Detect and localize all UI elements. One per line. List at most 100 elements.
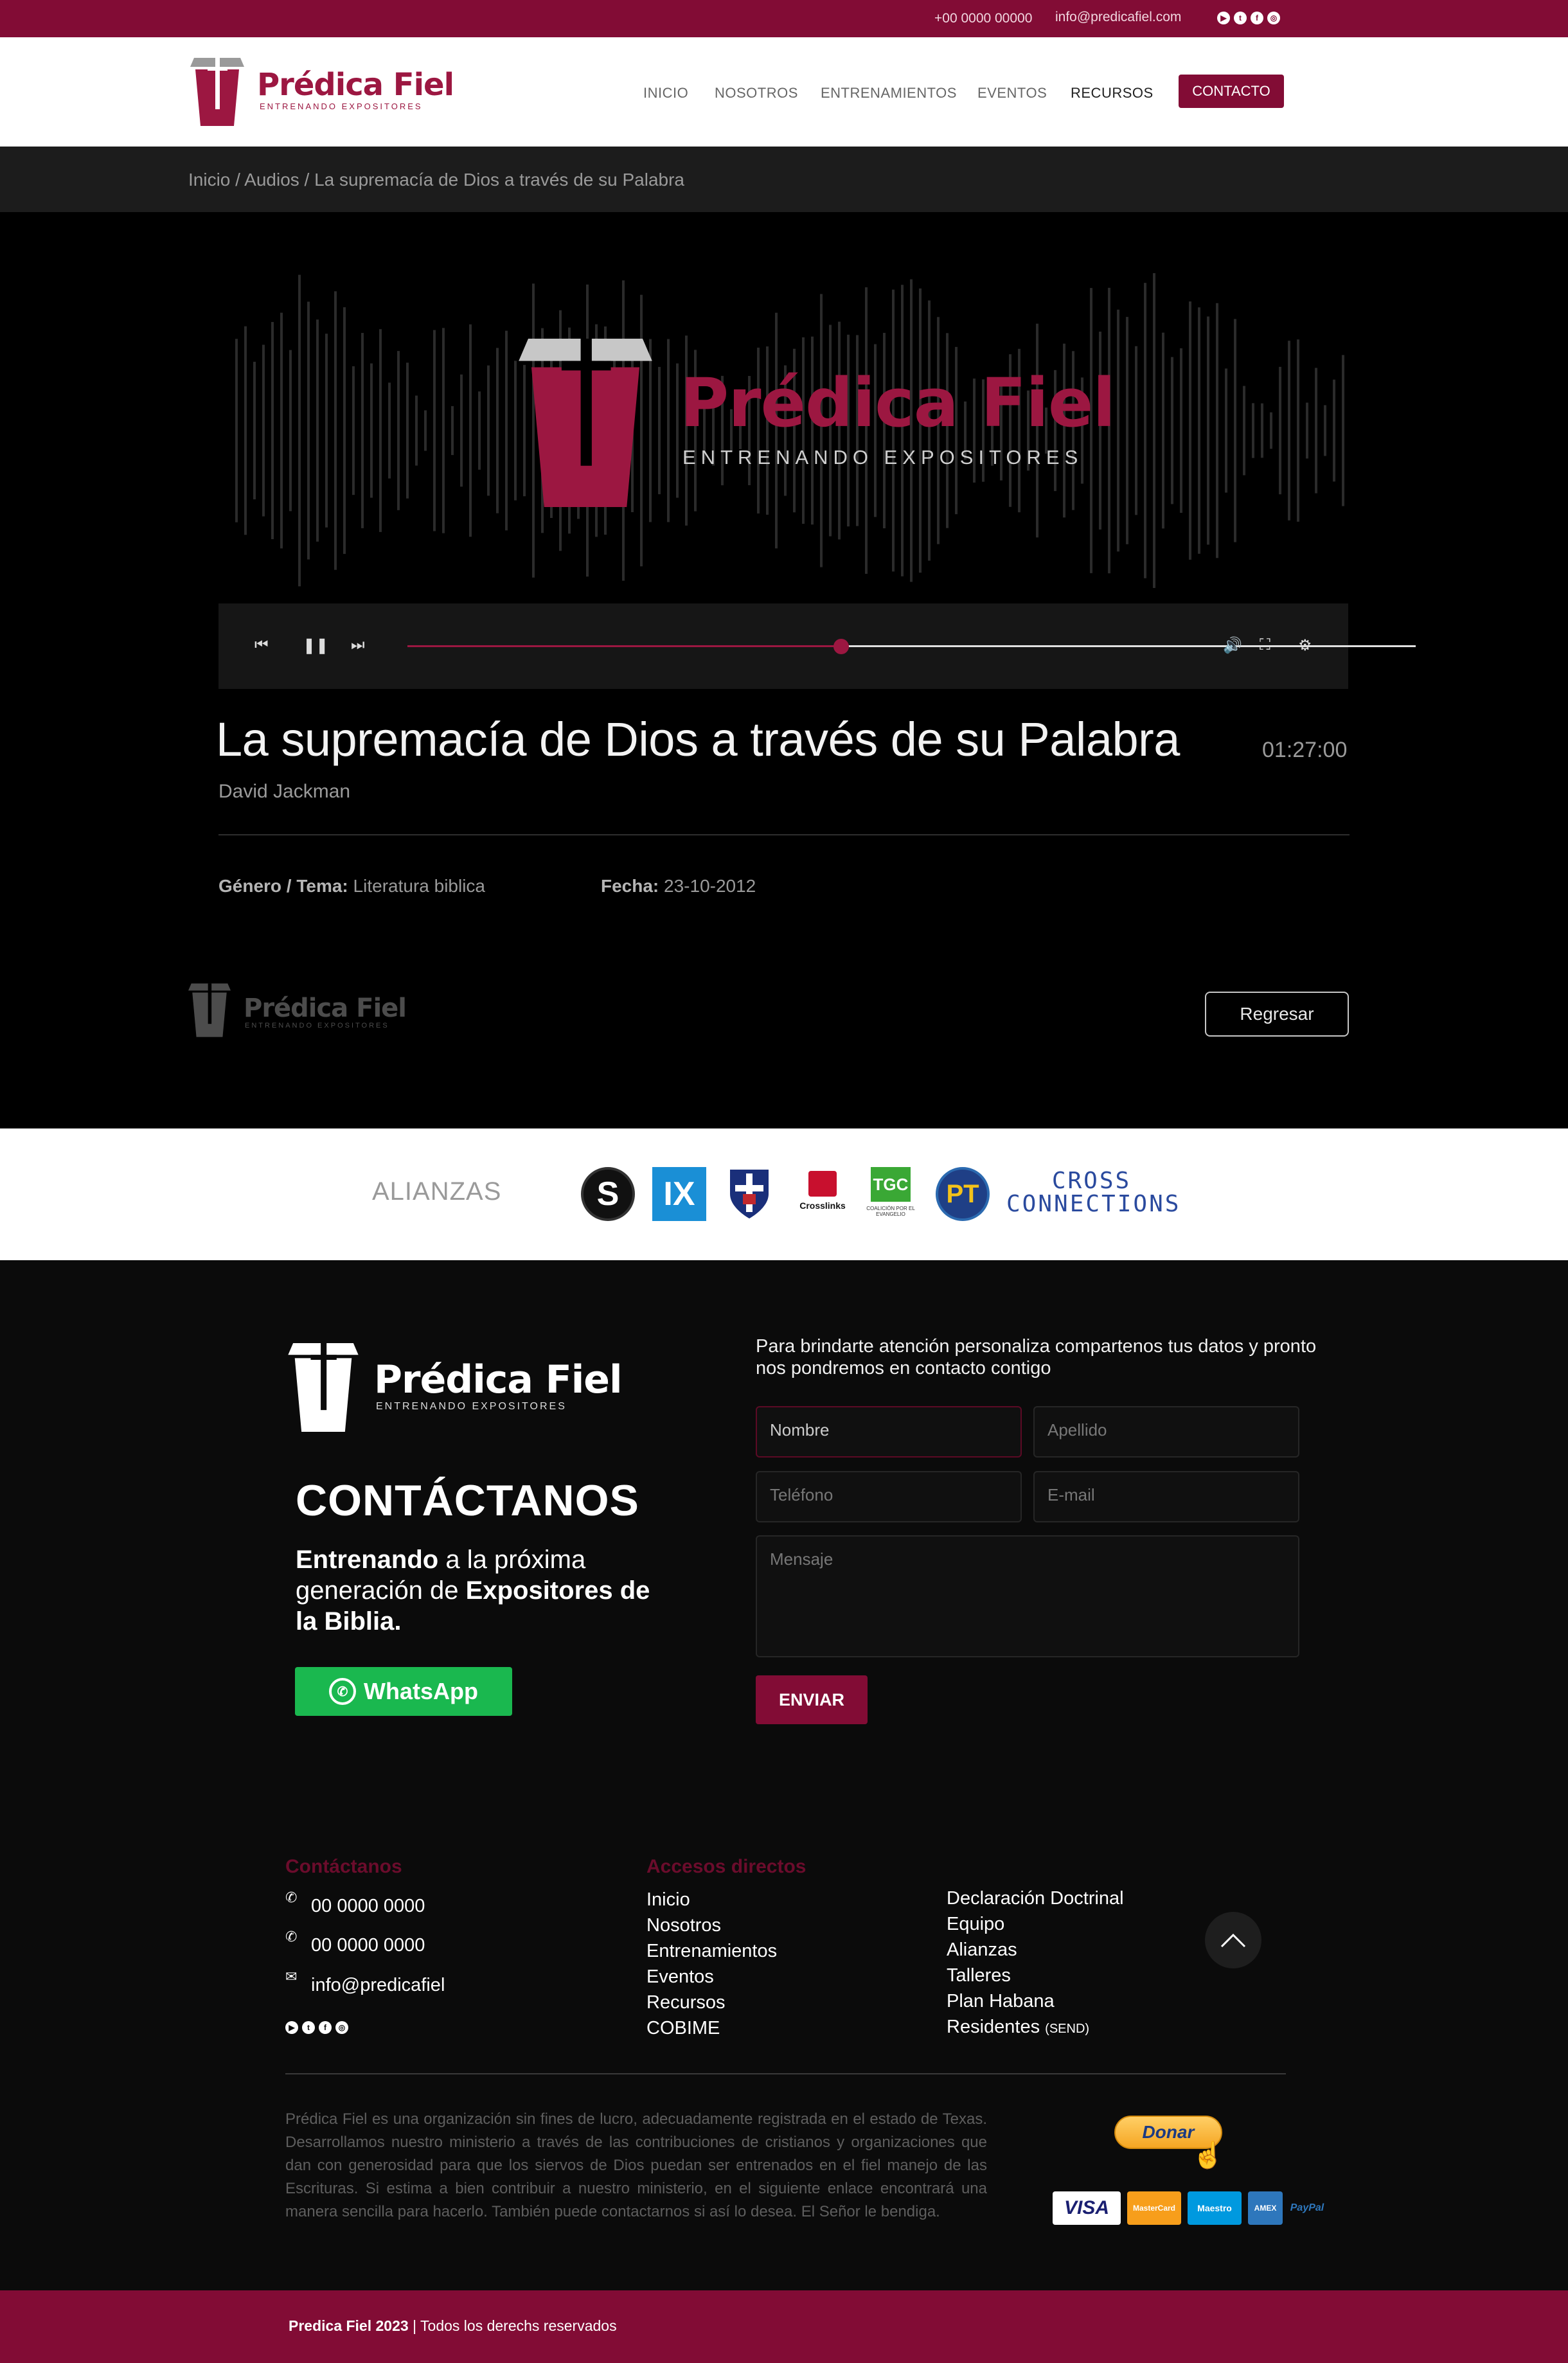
footer-link-residentes[interactable]: Residentes (SEND) bbox=[947, 2017, 1124, 2042]
bottom-bar: Predica Fiel 2023 | Todos los derechs re… bbox=[0, 2290, 1568, 2363]
breadcrumb[interactable]: Inicio / Audios / La supremacía de Dios … bbox=[188, 170, 684, 190]
telefono-field[interactable]: Teléfono bbox=[756, 1471, 1022, 1522]
wave-bar bbox=[307, 301, 310, 560]
footer-link-entrenamientos[interactable]: Entrenamientos bbox=[646, 1941, 777, 1966]
copyright-bold: Predica Fiel 2023 bbox=[289, 2317, 409, 2334]
mastercard-icon: MasterCard bbox=[1127, 2191, 1181, 2225]
wave-bar bbox=[316, 319, 319, 542]
genre-label: Género / Tema: bbox=[218, 876, 348, 896]
footer-link-equipo[interactable]: Equipo bbox=[947, 1914, 1124, 1939]
progress-played bbox=[407, 645, 841, 647]
fullscreen-icon[interactable]: ⛶ bbox=[1260, 636, 1270, 654]
audio-duration: 01:27:00 bbox=[1262, 738, 1348, 762]
progress-track[interactable] bbox=[841, 645, 1416, 647]
wave-bar bbox=[271, 322, 274, 539]
wave-bar bbox=[370, 363, 373, 498]
wave-bar bbox=[406, 362, 409, 499]
whatsapp-button[interactable]: ✆ WhatsApp bbox=[295, 1667, 512, 1716]
alliance-logo-s[interactable]: S bbox=[581, 1167, 635, 1221]
wave-bar bbox=[244, 326, 247, 535]
whatsapp-label: WhatsApp bbox=[364, 1678, 478, 1704]
footer-link-eventos[interactable]: Eventos bbox=[646, 1966, 777, 1992]
hero-brand-tagline: ENTRENANDO EXPOSITORES bbox=[682, 446, 1083, 468]
hero-brand-name: Prédica Fiel bbox=[680, 364, 1116, 442]
top-bar: +00 0000 00000 info@predicafiel.com ▶ t … bbox=[0, 0, 1568, 37]
footer-email-text: info@predicafiel bbox=[311, 1975, 445, 1995]
nav-inicio[interactable]: INICIO bbox=[643, 85, 688, 102]
footer-link-recursos[interactable]: Recursos bbox=[646, 1992, 777, 2018]
header-logo[interactable] bbox=[190, 58, 244, 129]
whatsapp-icon: ✆ bbox=[329, 1678, 356, 1705]
mensaje-field[interactable]: Mensaje bbox=[756, 1535, 1299, 1657]
audio-author: David Jackman bbox=[218, 781, 351, 802]
nav-nosotros[interactable]: NOSOTROS bbox=[715, 85, 798, 102]
contact-intro: Para brindarte atención personaliza comp… bbox=[756, 1336, 1317, 1378]
wave-bar bbox=[334, 291, 337, 570]
wave-bar bbox=[325, 334, 328, 528]
twitter-icon[interactable]: t bbox=[1234, 12, 1247, 24]
topbar-email[interactable]: info@predicafiel.com bbox=[1055, 10, 1181, 25]
nombre-field[interactable]: Nombre bbox=[756, 1406, 1022, 1458]
contact-logo-lectern-icon bbox=[288, 1343, 359, 1432]
facebook-icon[interactable]: f bbox=[1251, 12, 1263, 24]
wave-bar bbox=[1288, 341, 1290, 521]
footer-divider bbox=[285, 2073, 1286, 2074]
wave-bar bbox=[1126, 317, 1128, 544]
footer-logo-lectern-icon bbox=[188, 983, 231, 1037]
back-button[interactable]: Regresar bbox=[1205, 992, 1349, 1037]
wave-bar bbox=[343, 307, 346, 554]
wave-bar bbox=[289, 350, 292, 512]
footer-phone-2-text: 00 0000 0000 bbox=[311, 1935, 425, 1956]
scroll-to-top-button[interactable] bbox=[1205, 1912, 1261, 1968]
footer-link-doctrina[interactable]: Declaración Doctrinal bbox=[947, 1888, 1124, 1914]
wave-bar bbox=[478, 391, 481, 470]
volume-icon[interactable]: 🔊 bbox=[1223, 636, 1242, 655]
settings-gear-icon[interactable]: ⚙ bbox=[1298, 636, 1312, 655]
footer-link-inicio[interactable]: Inicio bbox=[646, 1889, 777, 1915]
alliance-logo-ix[interactable]: IX bbox=[652, 1167, 706, 1221]
hero-logo-lectern-icon bbox=[519, 339, 652, 507]
header-brand-name: Prédica Fiel bbox=[257, 67, 454, 103]
apellido-field[interactable]: Apellido bbox=[1033, 1406, 1299, 1458]
footer-link-plan-habana[interactable]: Plan Habana bbox=[947, 1991, 1124, 2017]
footer-link-talleres[interactable]: Talleres bbox=[947, 1965, 1124, 1991]
wave-bar bbox=[415, 395, 418, 466]
facebook-icon[interactable]: f bbox=[319, 2021, 332, 2034]
topbar-phone[interactable]: +00 0000 00000 bbox=[934, 11, 1032, 26]
wave-bar bbox=[1252, 403, 1254, 458]
footer-link-alianzas[interactable]: Alianzas bbox=[947, 1939, 1124, 1965]
wave-bar bbox=[1162, 332, 1164, 529]
audio-player: ⏮ ❚❚ ⏭ 🔊 ⛶ ⚙ bbox=[218, 603, 1416, 689]
nav-entrenamientos[interactable]: ENTRENAMIENTOS bbox=[821, 85, 957, 102]
wave-bar bbox=[352, 366, 355, 495]
alliance-logo-cross-connections[interactable]: CROSS CONNECTIONS bbox=[1006, 1170, 1179, 1216]
alliance-logo-tgc[interactable]: TGC COALICIÓN POR EL EVANGELIO bbox=[864, 1167, 918, 1225]
next-icon[interactable]: ⏭ bbox=[351, 636, 365, 654]
pause-icon[interactable]: ❚❚ bbox=[303, 636, 328, 655]
twitter-icon[interactable]: t bbox=[302, 2021, 315, 2034]
footer-link-nosotros[interactable]: Nosotros bbox=[646, 1915, 777, 1941]
youtube-icon[interactable]: ▶ bbox=[1217, 12, 1230, 24]
wave-bar bbox=[1144, 283, 1146, 578]
wave-bar bbox=[1117, 309, 1119, 552]
send-button[interactable]: ENVIAR bbox=[756, 1675, 868, 1724]
hero-logo bbox=[517, 339, 654, 510]
email-field[interactable]: E-mail bbox=[1033, 1471, 1299, 1522]
alliance-logo-shield[interactable] bbox=[729, 1168, 770, 1220]
previous-icon[interactable]: ⏮ bbox=[254, 636, 269, 654]
nav-eventos[interactable]: EVENTOS bbox=[977, 85, 1047, 102]
footer-link-cobime[interactable]: COBIME bbox=[646, 2018, 777, 2044]
wave-bar bbox=[1297, 339, 1299, 522]
footer-links-heading: Accesos directos bbox=[646, 1856, 806, 1877]
nav-recursos[interactable]: RECURSOS bbox=[1071, 85, 1154, 102]
alliance-logo-crosslinks[interactable]: Crosslinks bbox=[796, 1171, 850, 1220]
copyright-rest: | Todos los derechs reservados bbox=[408, 2317, 617, 2334]
contact-button[interactable]: CONTACTO bbox=[1179, 75, 1284, 108]
tgc-sub: COALICIÓN POR EL EVANGELIO bbox=[866, 1206, 915, 1217]
youtube-icon[interactable]: ▶ bbox=[285, 2021, 298, 2034]
instagram-icon[interactable]: ◎ bbox=[1267, 12, 1280, 24]
alliance-logo-pt[interactable]: PT bbox=[936, 1167, 990, 1221]
progress-handle[interactable] bbox=[833, 639, 849, 654]
instagram-icon[interactable]: ◎ bbox=[335, 2021, 348, 2034]
wave-bar bbox=[298, 274, 301, 587]
